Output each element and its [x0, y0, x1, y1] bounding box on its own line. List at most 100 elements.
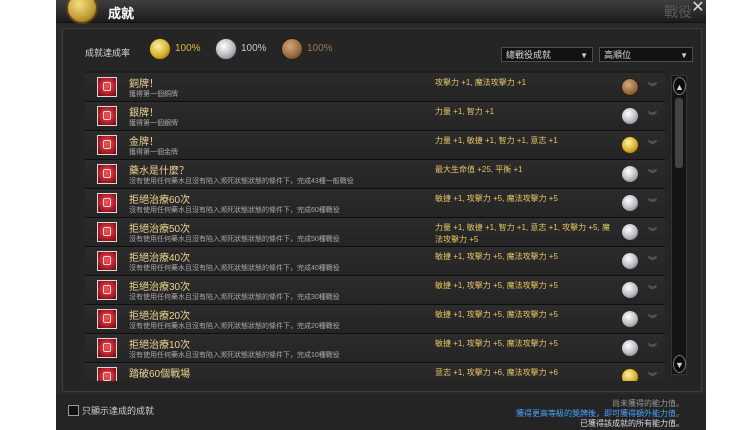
category-dropdown[interactable]: 總戰役成就 ▼: [501, 47, 593, 62]
chevron-double-down-icon[interactable]: ︾: [648, 225, 657, 238]
chevron-double-down-icon[interactable]: ︾: [648, 370, 657, 381]
achievement-reward: 敏捷 +1, 攻擊力 +5, 魔法攻擊力 +5: [435, 252, 558, 261]
silver-medal-icon: [621, 107, 639, 125]
window-title: 成就: [108, 6, 135, 21]
achievement-description: 沒有使用任何藥水且沒有陷入瀕死狀態狀態的條件下，完成50種戰役: [129, 236, 340, 243]
achievement-badge-icon: [97, 135, 117, 155]
scroll-up-button[interactable]: ▲: [673, 77, 686, 95]
achievement-title: 藥水是什麼？: [129, 166, 189, 177]
achievement-description: 沒有使用任何藥水且沒有陷入瀕死狀態狀態的條件下，完成30種戰役: [129, 294, 340, 301]
chevron-double-down-icon[interactable]: ︾: [648, 283, 657, 296]
bronze-medal-icon: [621, 78, 639, 96]
achievement-reward: 敏捷 +1, 攻擊力 +5, 魔法攻擊力 +5: [435, 281, 558, 290]
chevron-down-icon: ▼: [675, 360, 684, 370]
achievement-badge-icon: [97, 251, 117, 271]
sort-dropdown[interactable]: 高順位 ▼: [599, 47, 693, 62]
achievement-title: 拒絕治療60次: [129, 195, 191, 206]
scroll-down-button[interactable]: ▼: [673, 355, 686, 373]
achievement-window: 成就 戰役 ✕ 成就達成率 100% 100% 100% 總戰役成就 ▼ 高順位…: [56, 0, 706, 430]
silver-medal-icon: [621, 339, 639, 357]
achievement-description: 沒有使用任何藥水且沒有陷入瀕死狀態狀態的條件下，完成40種戰役: [129, 265, 340, 272]
achievement-title: 拒絕治療10次: [129, 340, 191, 351]
achievement-row[interactable]: 拒絕治療30次 沒有使用任何藥水且沒有陷入瀕死狀態狀態的條件下，完成30種戰役 敏捷…: [85, 276, 665, 305]
chevron-double-down-icon[interactable]: ︾: [648, 312, 657, 325]
background-title: 戰役: [664, 5, 692, 21]
show-completed-checkbox[interactable]: [68, 405, 79, 416]
achievement-title: 踏破60個戰場: [129, 369, 191, 380]
chevron-double-down-icon[interactable]: ︾: [648, 109, 657, 122]
chevron-double-down-icon[interactable]: ︾: [648, 80, 657, 93]
achievement-row[interactable]: 藥水是什麼？ 沒有使用任何藥水且沒有陷入瀕死狀態狀態的條件下，完成43種一般戰役 最…: [85, 160, 665, 189]
title-bar: 成就 戰役 ✕: [56, 0, 706, 24]
chevron-down-icon: ▼: [580, 51, 588, 60]
achievement-reward: 敏捷 +1, 攻擊力 +5, 魔法攻擊力 +5: [435, 339, 558, 348]
achievement-title: 銅牌！: [129, 79, 159, 90]
chevron-up-icon: ▲: [675, 82, 684, 92]
achievement-reward: 最大生命值 +25, 平衡 +1: [435, 165, 523, 174]
achievement-reward: 攻擊力 +1, 魔法攻擊力 +1: [435, 78, 527, 87]
chevron-double-down-icon[interactable]: ︾: [648, 167, 657, 180]
achievement-reward: 敏捷 +1, 攻擊力 +5, 魔法攻擊力 +5: [435, 310, 558, 319]
achievement-description: 沒有使用任何藥水且沒有陷入瀕死狀態狀態的條件下，完成60種戰役: [129, 207, 340, 214]
silver-medal-icon: [215, 38, 237, 60]
list-scrollbar[interactable]: ▲ ▼: [671, 75, 687, 375]
gold-medal-icon: [621, 368, 639, 381]
scroll-thumb[interactable]: [675, 98, 683, 168]
completion-rate-label: 成就達成率: [85, 48, 131, 58]
achievement-title: 拒絕治療40次: [129, 253, 191, 264]
achievement-title: 拒絕治療50次: [129, 224, 191, 235]
chevron-down-icon: ▼: [680, 51, 688, 60]
achievement-badge-icon: [97, 106, 117, 126]
achievement-reward: 意志 +1, 攻擊力 +6, 魔法攻擊力 +6: [435, 368, 558, 377]
achievement-row[interactable]: 踏破60個戰場 意志 +1, 攻擊力 +6, 魔法攻擊力 +6 ︾: [85, 363, 665, 381]
achievement-row[interactable]: 拒絕治療10次 沒有使用任何藥水且沒有陷入瀕死狀態狀態的條件下，完成10種戰役 敏捷…: [85, 334, 665, 363]
achievement-row[interactable]: 拒絕治療60次 沒有使用任何藥水且沒有陷入瀕死狀態狀態的條件下，完成60種戰役 敏捷…: [85, 189, 665, 218]
category-dropdown-value: 總戰役成就: [506, 50, 552, 60]
legend-obtained: 已獲得該成就的所有能力值。: [580, 419, 684, 428]
achievement-row[interactable]: 銀牌！ 獲得第一個銀牌 力量 +1, 智力 +1 ︾: [85, 102, 665, 131]
achievement-badge-icon: [97, 280, 117, 300]
achievement-reward: 敏捷 +1, 攻擊力 +5, 魔法攻擊力 +5: [435, 194, 558, 203]
achievement-description: 獲得第一個銀牌: [129, 120, 178, 127]
achievement-list[interactable]: 銅牌！ 獲得第一個銅牌 攻擊力 +1, 魔法攻擊力 +1 ︾ 銀牌！ 獲得第一個銀牌 力量 …: [85, 71, 665, 381]
footer: 只顯示達成的成就 尚未獲得的能力值。 獲得更高等級的獎牌後，即可獲得額外能力值。…: [56, 394, 706, 430]
silver-medal-icon: [621, 281, 639, 299]
gold-medal-icon: [149, 38, 171, 60]
achievement-reward: 力量 +1, 敏捷 +1, 智力 +1, 意志 +1: [435, 136, 558, 145]
silver-medal-icon: [621, 165, 639, 183]
bronze-medal-icon: [281, 38, 303, 60]
achievement-row[interactable]: 拒絕治療50次 沒有使用任何藥水且沒有陷入瀕死狀態狀態的條件下，完成50種戰役 力量…: [85, 218, 665, 247]
achievement-badge-icon: [97, 77, 117, 97]
close-icon[interactable]: ✕: [690, 0, 706, 16]
silver-medal-icon: [621, 252, 639, 270]
achievement-description: 沒有使用任何藥水且沒有陷入瀕死狀態狀態的條件下，完成10種戰役: [129, 352, 340, 359]
achievement-row[interactable]: 金牌！ 獲得第一個金牌 力量 +1, 敏捷 +1, 智力 +1, 意志 +1 ︾: [85, 131, 665, 160]
chevron-double-down-icon[interactable]: ︾: [648, 254, 657, 267]
achievement-row[interactable]: 銅牌！ 獲得第一個銅牌 攻擊力 +1, 魔法攻擊力 +1 ︾: [85, 73, 665, 102]
achievement-row[interactable]: 拒絕治療20次 沒有使用任何藥水且沒有陷入瀕死狀態狀態的條件下，完成20種戰役 敏捷…: [85, 305, 665, 334]
silver-medal-icon: [621, 310, 639, 328]
silver-medal-percent: 100%: [241, 43, 267, 54]
achievement-row[interactable]: 拒絕治療40次 沒有使用任何藥水且沒有陷入瀕死狀態狀態的條件下，完成40種戰役 敏捷…: [85, 247, 665, 276]
achievement-badge-icon: [97, 164, 117, 184]
achievement-badge-icon: [97, 338, 117, 358]
chevron-double-down-icon[interactable]: ︾: [648, 196, 657, 209]
achievement-reward: 力量 +1, 智力 +1: [435, 107, 495, 116]
chevron-double-down-icon[interactable]: ︾: [648, 138, 657, 151]
achievement-title: 銀牌！: [129, 108, 159, 119]
achievement-emblem-icon: [66, 0, 98, 24]
achievement-panel: 成就達成率 100% 100% 100% 總戰役成就 ▼ 高順位 ▼ 銅牌！ 獲得…: [62, 28, 702, 392]
sort-dropdown-value: 高順位: [604, 50, 632, 60]
achievement-description: 沒有使用任何藥水且沒有陷入瀕死狀態狀態的條件下，完成43種一般戰役: [129, 178, 354, 185]
gold-medal-icon: [621, 136, 639, 154]
show-completed-label: 只顯示達成的成就: [82, 406, 155, 416]
silver-medal-icon: [621, 223, 639, 241]
achievement-title: 拒絕治療30次: [129, 282, 191, 293]
achievement-description: 獲得第一個金牌: [129, 149, 178, 156]
achievement-description: 沒有使用任何藥水且沒有陷入瀕死狀態狀態的條件下，完成20種戰役: [129, 323, 340, 330]
chevron-double-down-icon[interactable]: ︾: [648, 341, 657, 354]
achievement-badge-icon: [97, 367, 117, 381]
bronze-medal-percent: 100%: [307, 43, 333, 54]
achievement-title: 金牌！: [129, 137, 159, 148]
achievement-badge-icon: [97, 309, 117, 329]
